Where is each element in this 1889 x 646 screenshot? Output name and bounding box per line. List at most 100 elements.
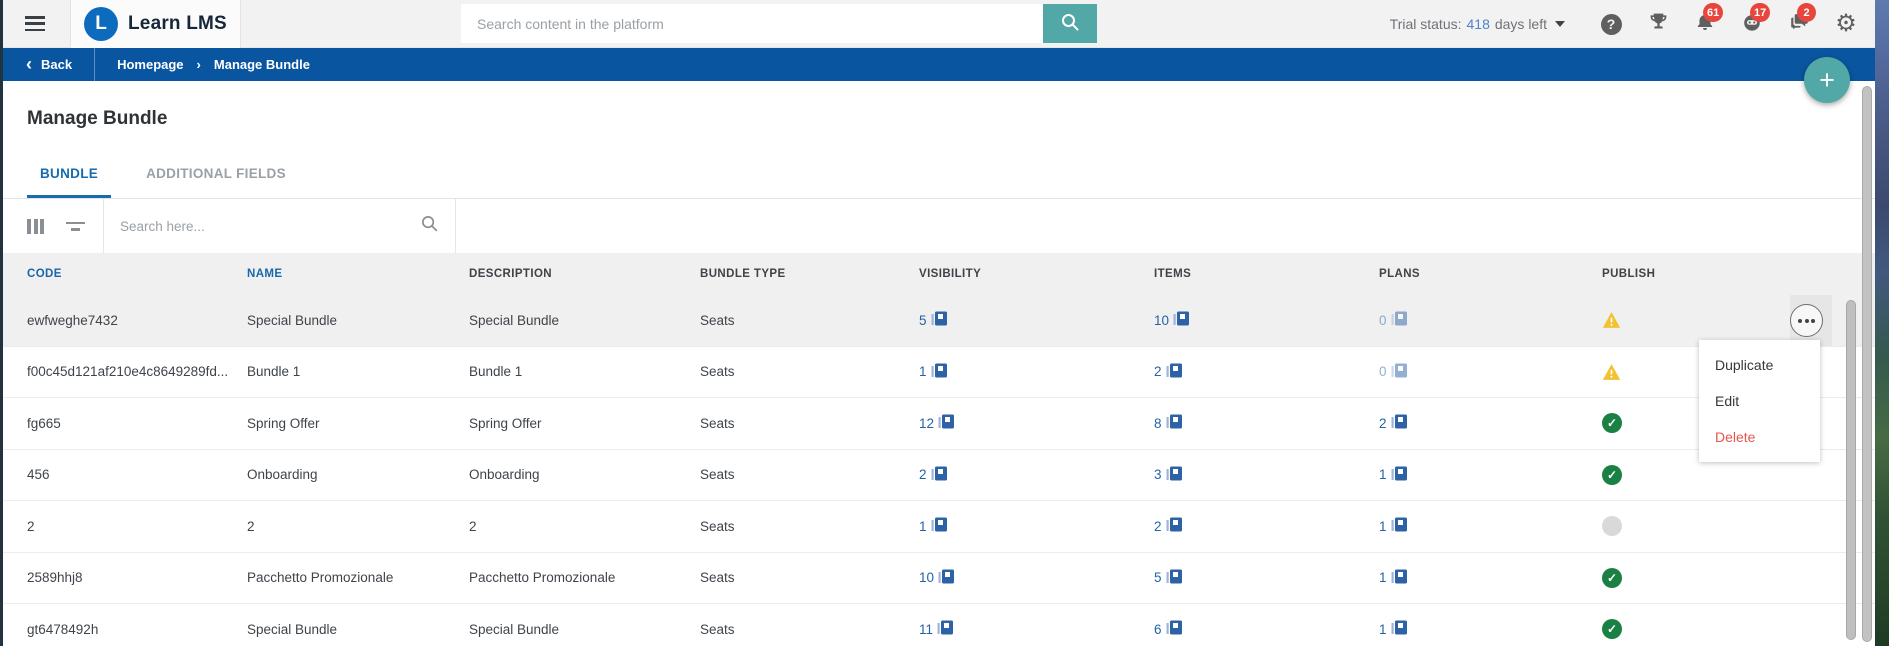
- chevron-left-icon: ‹: [26, 53, 32, 74]
- table-header: CODE NAME DESCRIPTION BUNDLE TYPE VISIBI…: [0, 253, 1875, 295]
- global-search-input[interactable]: [461, 4, 1043, 43]
- page-scrollbar-thumb[interactable]: [1862, 86, 1872, 642]
- plans-link[interactable]: 1: [1379, 516, 1602, 536]
- caret-down-icon: [1555, 21, 1565, 27]
- cell-name: Special Bundle: [247, 621, 338, 637]
- stacked-pages-icon: [938, 568, 955, 588]
- visibility-link[interactable]: 2: [919, 465, 1154, 485]
- global-search-button[interactable]: [1043, 4, 1097, 43]
- trophy-icon: [1648, 11, 1669, 37]
- cell-code: 2589hhj8: [27, 570, 83, 586]
- plans-link[interactable]: 0: [1379, 310, 1602, 330]
- breadcrumb-item-homepage[interactable]: Homepage: [117, 57, 183, 72]
- cell-description: Spring Offer: [469, 415, 542, 431]
- table-scrollbar-thumb[interactable]: [1846, 300, 1856, 640]
- visibility-link[interactable]: 10: [919, 568, 1154, 588]
- logo-text: Learn LMS: [128, 13, 227, 34]
- plans-link[interactable]: 0: [1379, 362, 1602, 382]
- stacked-pages-icon: [1391, 465, 1408, 485]
- settings-button[interactable]: ⚙: [1833, 11, 1859, 37]
- gamification-button[interactable]: [1645, 11, 1671, 37]
- plans-link[interactable]: 1: [1379, 465, 1602, 485]
- column-header-publish[interactable]: PUBLISH: [1602, 268, 1790, 280]
- cell-bundle-type: Seats: [700, 312, 735, 328]
- plans-link[interactable]: 1: [1379, 619, 1602, 639]
- stacked-pages-icon: [1391, 619, 1408, 639]
- add-bundle-button[interactable]: +: [1804, 57, 1850, 103]
- breadcrumb-item-manage-bundle: Manage Bundle: [213, 57, 310, 72]
- items-link[interactable]: 3: [1154, 465, 1379, 485]
- tab-additional-fields[interactable]: ADDITIONAL FIELDS: [133, 166, 299, 198]
- main-content: Manage Bundle BUNDLE ADDITIONAL FIELDS C…: [0, 108, 1875, 646]
- cell-description: Onboarding: [469, 467, 540, 483]
- items-link[interactable]: 2: [1154, 362, 1379, 382]
- cell-description: Special Bundle: [469, 621, 560, 637]
- window-left-edge: [0, 0, 3, 646]
- table-row[interactable]: ewfweghe7432 Special Bundle Special Bund…: [0, 295, 1875, 347]
- table-body: ewfweghe7432 Special Bundle Special Bund…: [0, 295, 1875, 646]
- trial-status[interactable]: Trial status: 418 days left: [1390, 16, 1565, 32]
- publish-unpublished-icon: [1602, 516, 1622, 537]
- cell-code: 456: [27, 467, 50, 483]
- column-header-bundle-type[interactable]: BUNDLE TYPE: [700, 268, 919, 280]
- trial-status-suffix: days left: [1494, 16, 1547, 32]
- visibility-link[interactable]: 5: [919, 310, 1154, 330]
- back-button[interactable]: ‹ Back: [0, 48, 94, 81]
- filter-icon[interactable]: [66, 221, 85, 231]
- back-label: Back: [41, 57, 73, 72]
- cell-name: Onboarding: [247, 467, 318, 483]
- columns-icon[interactable]: [27, 218, 44, 234]
- table-row[interactable]: 2589hhj8 Pacchetto Promozionale Pacchett…: [0, 552, 1875, 604]
- items-link[interactable]: 2: [1154, 516, 1379, 536]
- table-row[interactable]: 2 2 2 Seats 1 2 1 ✓: [0, 501, 1875, 553]
- table-row[interactable]: fg665 Spring Offer Spring Offer Seats 12…: [0, 398, 1875, 450]
- search-icon: [420, 214, 439, 238]
- column-header-name[interactable]: NAME: [247, 268, 469, 280]
- column-header-code[interactable]: CODE: [27, 268, 247, 280]
- items-link[interactable]: 5: [1154, 568, 1379, 588]
- items-link[interactable]: 10: [1154, 310, 1379, 330]
- visibility-link[interactable]: 1: [919, 516, 1154, 536]
- top-header: L Learn LMS Trial status: 418 days left …: [0, 0, 1875, 48]
- trial-status-label: Trial status:: [1389, 16, 1462, 32]
- help-button[interactable]: ?: [1598, 11, 1624, 37]
- app-logo[interactable]: L Learn LMS: [70, 0, 241, 48]
- cell-code: gt6478492h: [27, 621, 99, 637]
- hamburger-menu-icon[interactable]: [25, 16, 45, 31]
- stacked-pages-icon: [1166, 362, 1183, 382]
- chevron-right-icon: ›: [196, 57, 201, 72]
- coach-button[interactable]: 17: [1739, 3, 1771, 37]
- tab-bundle[interactable]: BUNDLE: [27, 166, 112, 198]
- column-header-plans[interactable]: PLANS: [1379, 268, 1602, 280]
- notifications-button[interactable]: 61: [1692, 3, 1724, 37]
- visibility-link[interactable]: 1: [919, 362, 1154, 382]
- table-row[interactable]: f00c45d121af210e4c8649289fd... Bundle 1 …: [0, 346, 1875, 398]
- desktop-wallpaper-strip: [1875, 0, 1889, 646]
- cell-code: f00c45d121af210e4c8649289fd...: [27, 364, 229, 380]
- table-search-input[interactable]: [120, 218, 420, 234]
- context-menu-item-duplicate[interactable]: Duplicate: [1699, 347, 1820, 383]
- table-toolbar: [0, 199, 1875, 253]
- column-header-description[interactable]: DESCRIPTION: [469, 268, 700, 280]
- cell-bundle-type: Seats: [700, 415, 735, 431]
- publish-success-icon: ✓: [1602, 413, 1622, 434]
- stacked-pages-icon: [931, 465, 948, 485]
- table-row[interactable]: gt6478492h Special Bundle Special Bundle…: [0, 604, 1875, 646]
- items-link[interactable]: 6: [1154, 619, 1379, 639]
- tab-bar: BUNDLE ADDITIONAL FIELDS: [0, 130, 1875, 199]
- table-search: [104, 199, 455, 253]
- plans-link[interactable]: 2: [1379, 413, 1602, 433]
- context-menu-item-edit[interactable]: Edit: [1699, 383, 1820, 419]
- row-menu-button[interactable]: [1790, 304, 1823, 337]
- cell-bundle-type: Seats: [700, 570, 735, 586]
- items-link[interactable]: 8: [1154, 413, 1379, 433]
- column-header-items[interactable]: ITEMS: [1154, 268, 1379, 280]
- visibility-link[interactable]: 11: [919, 619, 1154, 639]
- plans-link[interactable]: 1: [1379, 568, 1602, 588]
- table-row[interactable]: 456 Onboarding Onboarding Seats 2 3 1 ✓: [0, 449, 1875, 501]
- context-menu-item-delete[interactable]: Delete: [1699, 419, 1820, 455]
- visibility-link[interactable]: 12: [919, 413, 1154, 433]
- column-header-visibility[interactable]: VISIBILITY: [919, 268, 1154, 280]
- messages-button[interactable]: 2: [1786, 3, 1816, 37]
- toolbar-divider: [455, 199, 456, 253]
